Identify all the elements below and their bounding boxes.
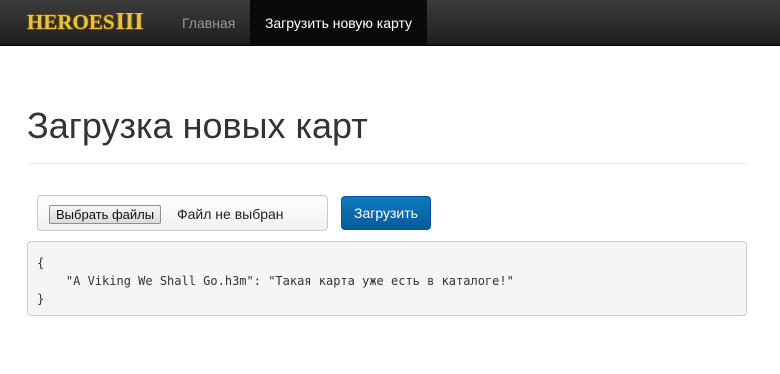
result-open-brace: { xyxy=(37,256,45,270)
brand-logo-numeral: III xyxy=(115,8,144,35)
brand-logo-text: HEROES xyxy=(27,9,115,34)
result-entry-line: "A Viking We Shall Go.h3m": "Такая карта… xyxy=(37,274,514,288)
brand-logo[interactable]: HEROES III xyxy=(27,8,144,36)
nav-item-home[interactable]: Главная xyxy=(167,0,250,46)
choose-file-button[interactable]: Выбрать файлы xyxy=(49,205,162,224)
upload-result-output: { "A Viking We Shall Go.h3m": "Такая кар… xyxy=(27,241,747,316)
nav-item-upload-map[interactable]: Загрузить новую карту xyxy=(250,0,427,46)
file-status-text: Файл не выбран xyxy=(177,206,284,222)
page-title: Загрузка новых карт xyxy=(27,105,368,146)
file-input[interactable]: Выбрать файлы Файл не выбран xyxy=(37,195,328,231)
title-divider xyxy=(27,163,748,164)
result-close-brace: } xyxy=(37,292,45,306)
upload-button[interactable]: Загрузить xyxy=(341,196,431,230)
top-navbar: HEROES III Главная Загрузить новую карту xyxy=(0,0,780,46)
